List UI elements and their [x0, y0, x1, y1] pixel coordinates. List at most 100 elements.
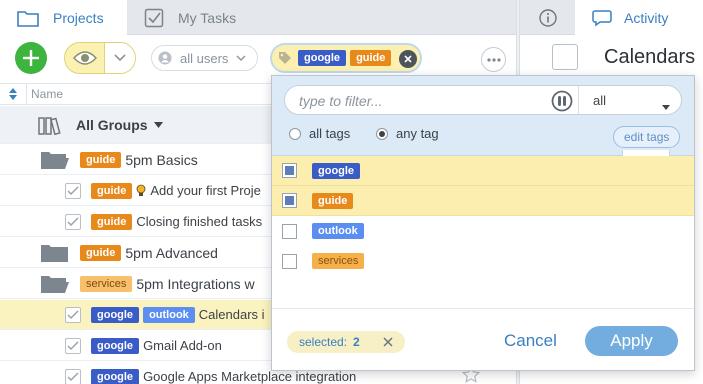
tag-option-checkbox[interactable] [282, 223, 297, 239]
task-title[interactable]: Calendars i [199, 307, 265, 322]
check-icon [67, 371, 79, 381]
check-icon [67, 340, 79, 350]
users-filter[interactable]: all users [151, 45, 258, 71]
tab-projects-label: Projects [53, 10, 104, 26]
tag-filter-chip-guide: guide [350, 50, 392, 66]
tag-google: google [312, 162, 361, 179]
all-groups-label: All Groups [76, 116, 148, 133]
tag-services: services [80, 275, 133, 292]
popup-footer-divider [272, 308, 694, 309]
task-checkbox[interactable] [65, 306, 81, 323]
clear-filter-button[interactable] [399, 50, 417, 68]
tab-projects[interactable]: Projects [0, 0, 127, 36]
task-complete-checkbox[interactable] [552, 44, 578, 70]
tag-option-checkbox[interactable] [282, 163, 297, 178]
check-icon [67, 185, 79, 195]
tag-google: google [91, 306, 140, 323]
chevron-down-icon [114, 54, 126, 62]
tab-activity[interactable]: Activity [575, 0, 703, 36]
tag-filter-popup: type to filter... all all tags any tag e… [271, 75, 695, 371]
task-checkbox[interactable] [65, 337, 81, 354]
tag-google: google [91, 368, 140, 384]
tag-outlook: outlook [143, 306, 195, 323]
left-tab-bar: Projects My Tasks [0, 0, 516, 36]
tag-filter[interactable]: google guide [270, 43, 422, 73]
tag-option-services[interactable]: services [272, 246, 694, 276]
task-title[interactable]: Closing finished tasks [136, 214, 262, 229]
match-mode-icon[interactable] [551, 90, 573, 115]
tag-icon [278, 51, 292, 65]
tag-services: services [312, 253, 365, 269]
tab-my-tasks[interactable]: My Tasks [127, 0, 287, 35]
tag-guide: guide [80, 244, 122, 261]
task-title[interactable]: Add your first Proje [150, 183, 261, 198]
tag-scope-value: all [593, 92, 607, 108]
radio-any-tag-input[interactable] [376, 127, 388, 140]
sort-arrows-icon [9, 88, 17, 100]
caret-down-icon [153, 121, 163, 128]
task-checkbox[interactable] [65, 182, 81, 199]
radio-all-tags-input[interactable] [289, 127, 301, 140]
chevron-down-icon [236, 55, 246, 62]
more-options-button[interactable] [481, 47, 506, 72]
radio-any-tag-label: any tag [396, 126, 439, 141]
tag-option-outlook[interactable]: outlook [272, 216, 694, 246]
clear-selection-icon[interactable] [383, 336, 393, 350]
check-icon [67, 216, 79, 226]
chat-bubble-icon [592, 9, 612, 27]
close-icon [404, 55, 412, 63]
project-title[interactable]: 5pm Basics [125, 152, 197, 168]
project-title[interactable]: 5pm Advanced [125, 245, 218, 261]
view-toggle[interactable] [64, 42, 136, 74]
selected-label: selected: [299, 335, 348, 349]
tag-option-checkbox[interactable] [282, 253, 297, 269]
radio-all-tags-label: all tags [309, 126, 351, 141]
tag-filter-chip-google: google [298, 50, 347, 66]
tag-option-checkbox[interactable] [282, 193, 297, 208]
apply-button[interactable]: Apply [585, 326, 678, 356]
view-dropdown-chevron[interactable] [104, 43, 135, 73]
info-icon [538, 8, 557, 27]
user-icon [158, 51, 172, 65]
tab-activity-label: Activity [624, 10, 669, 26]
users-filter-label: all users [180, 50, 229, 66]
tag-option-google[interactable]: google [272, 156, 694, 186]
task-title[interactable]: Google Apps Marketplace integration [143, 369, 356, 384]
folder-icon [40, 243, 70, 263]
tag-guide: guide [312, 192, 354, 209]
selected-count: 2 [353, 335, 360, 349]
tag-search-placeholder[interactable]: type to filter... [299, 93, 383, 109]
library-icon [38, 115, 64, 135]
ellipsis-icon [486, 57, 501, 62]
plus-icon [23, 50, 39, 66]
tag-scope-select[interactable]: all [578, 86, 682, 114]
eye-icon[interactable] [65, 43, 104, 73]
caret-down-icon [662, 98, 670, 113]
tag-option-guide[interactable]: guide [272, 186, 694, 216]
folder-icon [17, 9, 39, 27]
selected-count-pill[interactable]: selected: 2 [287, 331, 405, 353]
radio-all-tags[interactable]: all tags [289, 126, 350, 141]
edit-tags-button[interactable]: edit tags [613, 126, 681, 148]
popup-header: type to filter... all all tags any tag e… [272, 76, 694, 156]
add-button[interactable] [15, 42, 47, 74]
tag-outlook: outlook [312, 223, 364, 239]
tab-info[interactable] [520, 0, 575, 35]
tab-my-tasks-label: My Tasks [178, 9, 237, 26]
tag-google: google [91, 337, 140, 354]
task-checkbox[interactable] [65, 213, 81, 230]
sort-toggle[interactable] [0, 88, 26, 100]
tag-guide: guide [91, 182, 133, 199]
radio-any-tag[interactable]: any tag [376, 126, 439, 141]
checkbox-icon [144, 8, 164, 28]
lightbulb-icon [136, 184, 146, 198]
task-checkbox[interactable] [65, 368, 81, 384]
project-title[interactable]: 5pm Integrations w [136, 276, 254, 292]
cancel-button[interactable]: Cancel [504, 331, 557, 351]
tag-search-field[interactable]: type to filter... all [284, 85, 682, 115]
check-icon [67, 309, 79, 319]
tag-guide: guide [80, 151, 122, 168]
column-name[interactable]: Name [26, 83, 63, 105]
task-title[interactable]: Gmail Add-on [143, 338, 222, 353]
open-folder-icon [40, 274, 70, 294]
